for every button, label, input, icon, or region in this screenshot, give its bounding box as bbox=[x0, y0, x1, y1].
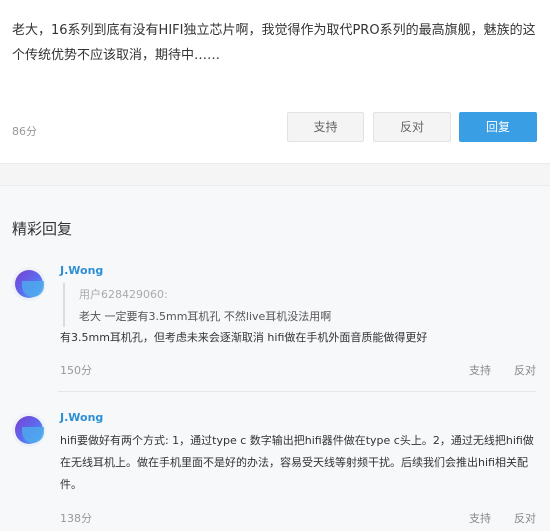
reply-support-button[interactable]: 支持 bbox=[469, 510, 491, 526]
quote-text: 老大 一定要有3.5mm耳机孔 不然live耳机没法用啊 bbox=[79, 310, 332, 323]
reply-score: 150分 bbox=[60, 364, 92, 377]
reply-username[interactable]: J.Wong bbox=[60, 264, 103, 277]
post-card: 老大，16系列到底有没有HIFI独立芯片啊，我觉得作为取代PRO系列的最高旗舰，… bbox=[0, 0, 550, 163]
reply-button[interactable]: 回复 bbox=[459, 112, 537, 142]
reply-score: 138分 bbox=[60, 512, 92, 525]
quoted-comment: 用户628429060: 老大 一定要有3.5mm耳机孔 不然live耳机没法用… bbox=[63, 283, 533, 327]
reply-divider bbox=[58, 391, 536, 392]
reply-username[interactable]: J.Wong bbox=[60, 411, 103, 424]
reply-support-button[interactable]: 支持 bbox=[469, 362, 491, 378]
section-separator bbox=[0, 163, 550, 186]
avatar[interactable] bbox=[12, 413, 46, 447]
reply-text: hifi要做好有两个方式: 1，通过type c 数字输出把hifi器件做在ty… bbox=[60, 434, 534, 491]
quote-username: 用户628429060: bbox=[79, 288, 168, 301]
support-button[interactable]: 支持 bbox=[287, 112, 364, 142]
section-title: 精彩回复 bbox=[12, 220, 73, 238]
avatar-logo-accent bbox=[22, 427, 44, 443]
post-score: 86分 bbox=[12, 125, 37, 138]
reply-oppose-button[interactable]: 反对 bbox=[514, 510, 536, 526]
reply-oppose-button[interactable]: 反对 bbox=[514, 362, 536, 378]
avatar[interactable] bbox=[12, 267, 46, 301]
avatar-logo-accent bbox=[22, 281, 44, 297]
reply-text: 有3.5mm耳机孔，但考虑未来会逐渐取消 hifi做在手机外面音质能做得更好 bbox=[60, 331, 428, 344]
post-text: 老大，16系列到底有没有HIFI独立芯片啊，我觉得作为取代PRO系列的最高旗舰，… bbox=[12, 23, 536, 63]
oppose-button[interactable]: 反对 bbox=[373, 112, 451, 142]
